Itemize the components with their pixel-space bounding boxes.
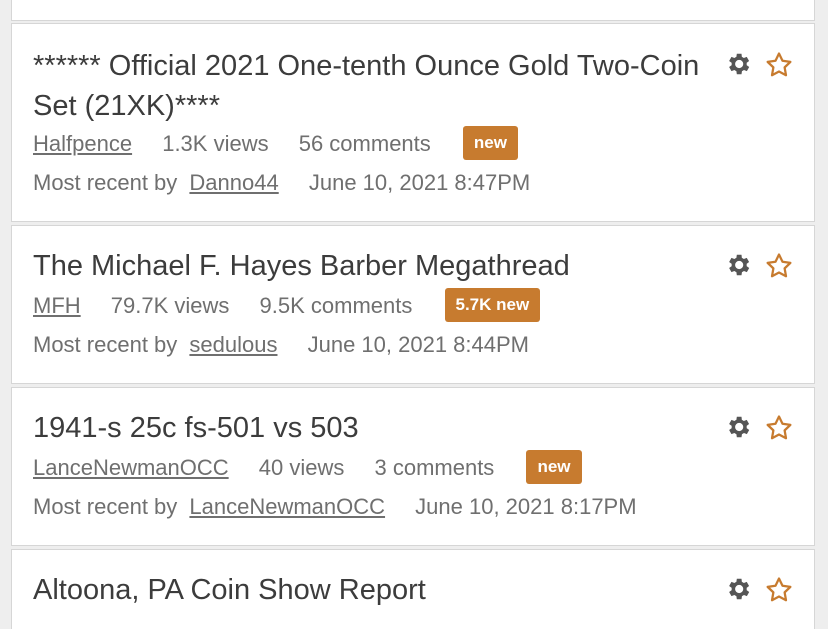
most-recent-label: Most recent by [33, 332, 178, 357]
most-recent-info: Most recent by LanceNewmanOCC June 10, 2… [33, 492, 637, 522]
discussion-item[interactable]: The Michael F. Hayes Barber Megathread M… [11, 225, 815, 384]
new-badge[interactable]: 5.7K new [444, 288, 541, 322]
discussion-meta: LanceNewmanOCC 40 views 3 comments new [33, 450, 582, 486]
discussion-actions [724, 413, 794, 443]
previous-discussion-card [11, 0, 815, 21]
discussion-title[interactable]: 1941-s 25c fs-501 vs 503 [33, 408, 723, 448]
discussion-item[interactable]: 1941-s 25c fs-501 vs 503 LanceNewmanOCC … [11, 387, 815, 546]
gear-icon[interactable] [724, 413, 752, 441]
most-recent-info: Most recent by Danno44 June 10, 2021 8:4… [33, 168, 530, 198]
author-link[interactable]: LanceNewmanOCC [33, 453, 229, 483]
discussion-actions [724, 575, 794, 605]
comment-count: 3 comments [374, 454, 495, 480]
new-badge[interactable]: new [526, 450, 582, 484]
most-recent-user-link[interactable]: sedulous [189, 330, 277, 360]
gear-icon[interactable] [724, 575, 752, 603]
view-count: 1.3K views [162, 130, 269, 156]
gear-icon[interactable] [724, 50, 752, 78]
most-recent-user-link[interactable]: Danno44 [189, 168, 278, 198]
view-count: 40 views [258, 454, 345, 480]
author-link[interactable]: Halfpence [33, 129, 132, 159]
last-activity-date: June 10, 2021 8:17PM [415, 494, 637, 519]
most-recent-info: Most recent by sedulous June 10, 2021 8:… [33, 330, 529, 360]
author-link[interactable]: MFH [33, 291, 81, 321]
discussion-title[interactable]: Altoona, PA Coin Show Report [33, 570, 723, 610]
most-recent-label: Most recent by [33, 494, 178, 519]
discussion-title[interactable]: ****** Official 2021 One-tenth Ounce Gol… [33, 46, 723, 126]
last-activity-date: June 10, 2021 8:47PM [308, 170, 531, 195]
discussion-item[interactable]: ****** Official 2021 One-tenth Ounce Gol… [11, 23, 815, 222]
star-icon[interactable] [764, 575, 794, 605]
star-icon[interactable] [764, 50, 794, 80]
most-recent-label: Most recent by [33, 170, 178, 195]
comment-count: 56 comments [298, 130, 431, 156]
discussion-list: ****** Official 2021 One-tenth Ounce Gol… [0, 0, 828, 629]
star-icon[interactable] [764, 413, 794, 443]
discussion-actions [724, 251, 794, 281]
discussion-title[interactable]: The Michael F. Hayes Barber Megathread [33, 246, 723, 286]
discussion-meta: Halfpence 1.3K views 56 comments new [33, 126, 518, 162]
discussion-meta: MFH 79.7K views 9.5K comments 5.7K new [33, 288, 541, 324]
discussion-actions [724, 50, 794, 80]
discussion-item[interactable]: Altoona, PA Coin Show Report [11, 549, 815, 629]
new-badge[interactable]: new [462, 126, 518, 160]
view-count: 79.7K views [110, 292, 230, 318]
most-recent-user-link[interactable]: LanceNewmanOCC [189, 492, 385, 522]
last-activity-date: June 10, 2021 8:44PM [307, 332, 529, 357]
comment-count: 9.5K comments [259, 292, 413, 318]
star-icon[interactable] [764, 251, 794, 281]
gear-icon[interactable] [724, 251, 752, 279]
